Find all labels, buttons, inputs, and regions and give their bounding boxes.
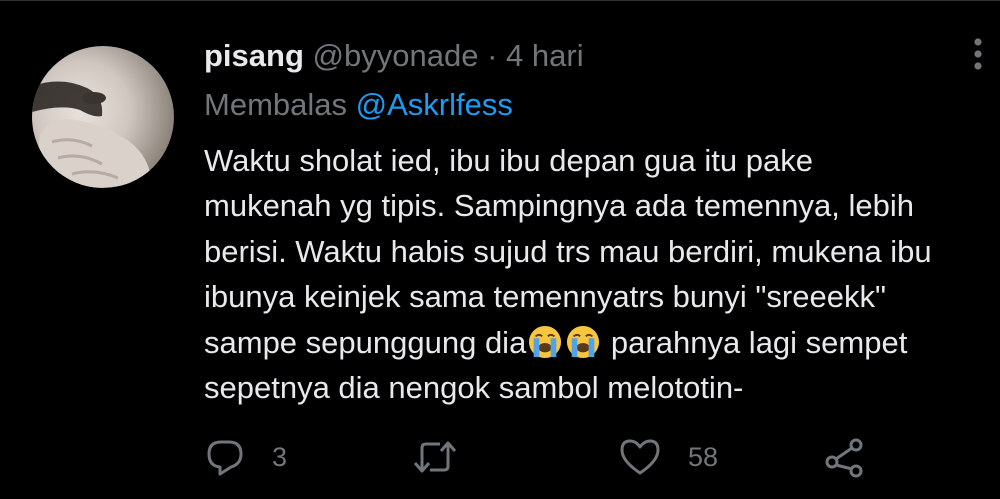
tweet[interactable]: pisang @byyonade · 4 hari Membalas @Askr…: [0, 0, 1000, 499]
tweet-actions: 3 58: [0, 432, 1000, 482]
like-button[interactable]: 58: [618, 432, 718, 482]
like-count: 58: [688, 441, 719, 472]
tweet-text: Waktu sholat ied, ibu ibu depan gua itu …: [204, 138, 974, 410]
share-icon: [825, 438, 863, 478]
more-options-button[interactable]: [964, 34, 992, 74]
loudly-crying-face-icon: [567, 325, 600, 358]
tweet-text-line: ibunya keinjek sama temennyatrs bunyi "s…: [204, 279, 886, 315]
replying-to: Membalas @Askrlfess: [204, 85, 513, 125]
avatar-photo: [32, 46, 174, 188]
replying-mention-link[interactable]: @Askrlfess: [356, 87, 513, 122]
tweet-text-line: Waktu sholat ied, ibu ibu depan gua itu …: [204, 143, 813, 178]
loudly-crying-face-icon: [529, 325, 562, 358]
share-button[interactable]: [823, 432, 867, 482]
more-vertical-icon: [974, 38, 982, 70]
tweet-text-line: berisi. Waktu habis sujud trs mau berdir…: [204, 233, 932, 269]
display-name[interactable]: pisang: [204, 38, 304, 73]
tweet-text-line: sepetnya dia nengok sambol melototin-: [204, 369, 744, 405]
heart-icon: [620, 439, 660, 475]
tweet-text-line: mukenah yg tipis. Sampingnya ada temenny…: [204, 188, 914, 224]
tweet-text-segment: parahnya lagi sempet: [602, 324, 908, 360]
tweet-header: pisang @byyonade · 4 hari: [204, 36, 584, 76]
avatar[interactable]: [32, 46, 174, 188]
reply-button[interactable]: 3: [204, 432, 287, 482]
tweet-text-segment: sampe sepunggung dia: [204, 324, 527, 360]
retweet-button[interactable]: [412, 432, 484, 482]
separator-dot: ·: [487, 38, 498, 73]
timestamp[interactable]: 4 hari: [506, 38, 584, 73]
user-handle[interactable]: @byyonade: [313, 38, 479, 73]
tweet-text-line: sampe sepunggung dia parahnya lagi sempe…: [204, 320, 974, 365]
reply-count: 3: [272, 441, 288, 472]
reply-icon: [207, 440, 243, 476]
retweet-icon: [413, 441, 457, 473]
replying-prefix: Membalas: [204, 87, 347, 122]
